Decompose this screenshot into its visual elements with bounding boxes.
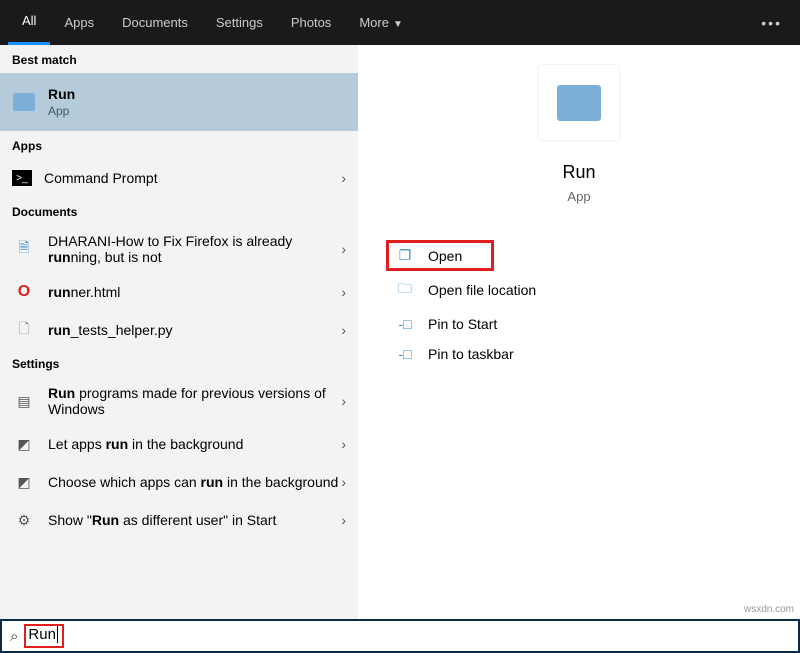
actions-list: ❐ Open 🗀 Open file location -□ Pin to St… (358, 240, 800, 369)
run-icon (12, 91, 36, 113)
tab-apps[interactable]: Apps (50, 0, 108, 45)
chevron-right-icon: › (341, 436, 346, 452)
tab-more[interactable]: More▼ (345, 0, 417, 45)
preview-subtitle: App (358, 189, 800, 204)
tab-photos[interactable]: Photos (277, 0, 345, 45)
doc-icon: 🗎 (12, 238, 36, 260)
search-bar[interactable]: ⌕ Run (0, 619, 800, 653)
section-settings: Settings (0, 349, 358, 377)
open-icon: ❐ (396, 247, 414, 264)
folder-icon: 🗀 (396, 278, 414, 302)
run-icon-large (539, 65, 619, 140)
compat-icon: ▤ (12, 390, 36, 412)
tab-settings[interactable]: Settings (202, 0, 277, 45)
section-best-match: Best match (0, 45, 358, 73)
results-panel: Best match Run App Apps >_ Command Promp… (0, 45, 358, 619)
result-setting-background-apps[interactable]: ◩ Let apps run in the background › (0, 425, 358, 463)
pin-icon: -□ (396, 316, 414, 332)
background-icon: ◩ (12, 471, 36, 493)
result-subtitle: App (48, 104, 346, 118)
chevron-right-icon: › (341, 170, 346, 186)
preview-title: Run (358, 162, 800, 183)
result-setting-choose-background[interactable]: ◩ Choose which apps can run in the backg… (0, 463, 358, 501)
terminal-icon: >_ (12, 170, 32, 186)
result-doc-firefox[interactable]: 🗎 DHARANI-How to Fix Firefox is already … (0, 225, 358, 273)
chevron-right-icon: › (341, 284, 346, 300)
chevron-down-icon: ▼ (393, 19, 403, 30)
preview-panel: Run App ❐ Open 🗀 Open file location -□ P… (358, 45, 800, 619)
result-command-prompt[interactable]: >_ Command Prompt › (0, 159, 358, 197)
background-icon: ◩ (12, 433, 36, 455)
chevron-right-icon: › (341, 474, 346, 490)
result-run-app[interactable]: Run App (0, 73, 358, 131)
pin-icon: -□ (396, 346, 414, 362)
section-apps: Apps (0, 131, 358, 159)
result-title: Run (48, 86, 346, 102)
tab-all[interactable]: All (8, 0, 50, 45)
action-open-file-location[interactable]: 🗀 Open file location (386, 271, 800, 309)
action-open[interactable]: ❐ Open (386, 240, 494, 271)
chevron-right-icon: › (341, 241, 346, 257)
file-icon: 🗋 (12, 319, 36, 341)
chevron-right-icon: › (341, 512, 346, 528)
opera-icon: O (12, 281, 36, 303)
more-options-button[interactable]: ••• (761, 15, 782, 31)
search-input[interactable]: Run (24, 624, 64, 648)
search-icon: ⌕ (10, 628, 18, 645)
setup-icon: ⚙ (12, 509, 36, 531)
result-doc-runner-html[interactable]: O runner.html › (0, 273, 358, 311)
section-documents: Documents (0, 197, 358, 225)
result-doc-run-tests[interactable]: 🗋 run_tests_helper.py › (0, 311, 358, 349)
action-pin-to-taskbar[interactable]: -□ Pin to taskbar (386, 339, 800, 369)
result-setting-compat[interactable]: ▤ Run programs made for previous version… (0, 377, 358, 425)
action-pin-to-start[interactable]: -□ Pin to Start (386, 309, 800, 339)
filter-topbar: All Apps Documents Settings Photos More▼… (0, 0, 800, 45)
chevron-right-icon: › (341, 393, 346, 409)
tab-documents[interactable]: Documents (108, 0, 202, 45)
chevron-right-icon: › (341, 322, 346, 338)
watermark: wsxdn.com (744, 604, 794, 615)
result-setting-run-as-user[interactable]: ⚙ Show "Run as different user" in Start … (0, 501, 358, 539)
